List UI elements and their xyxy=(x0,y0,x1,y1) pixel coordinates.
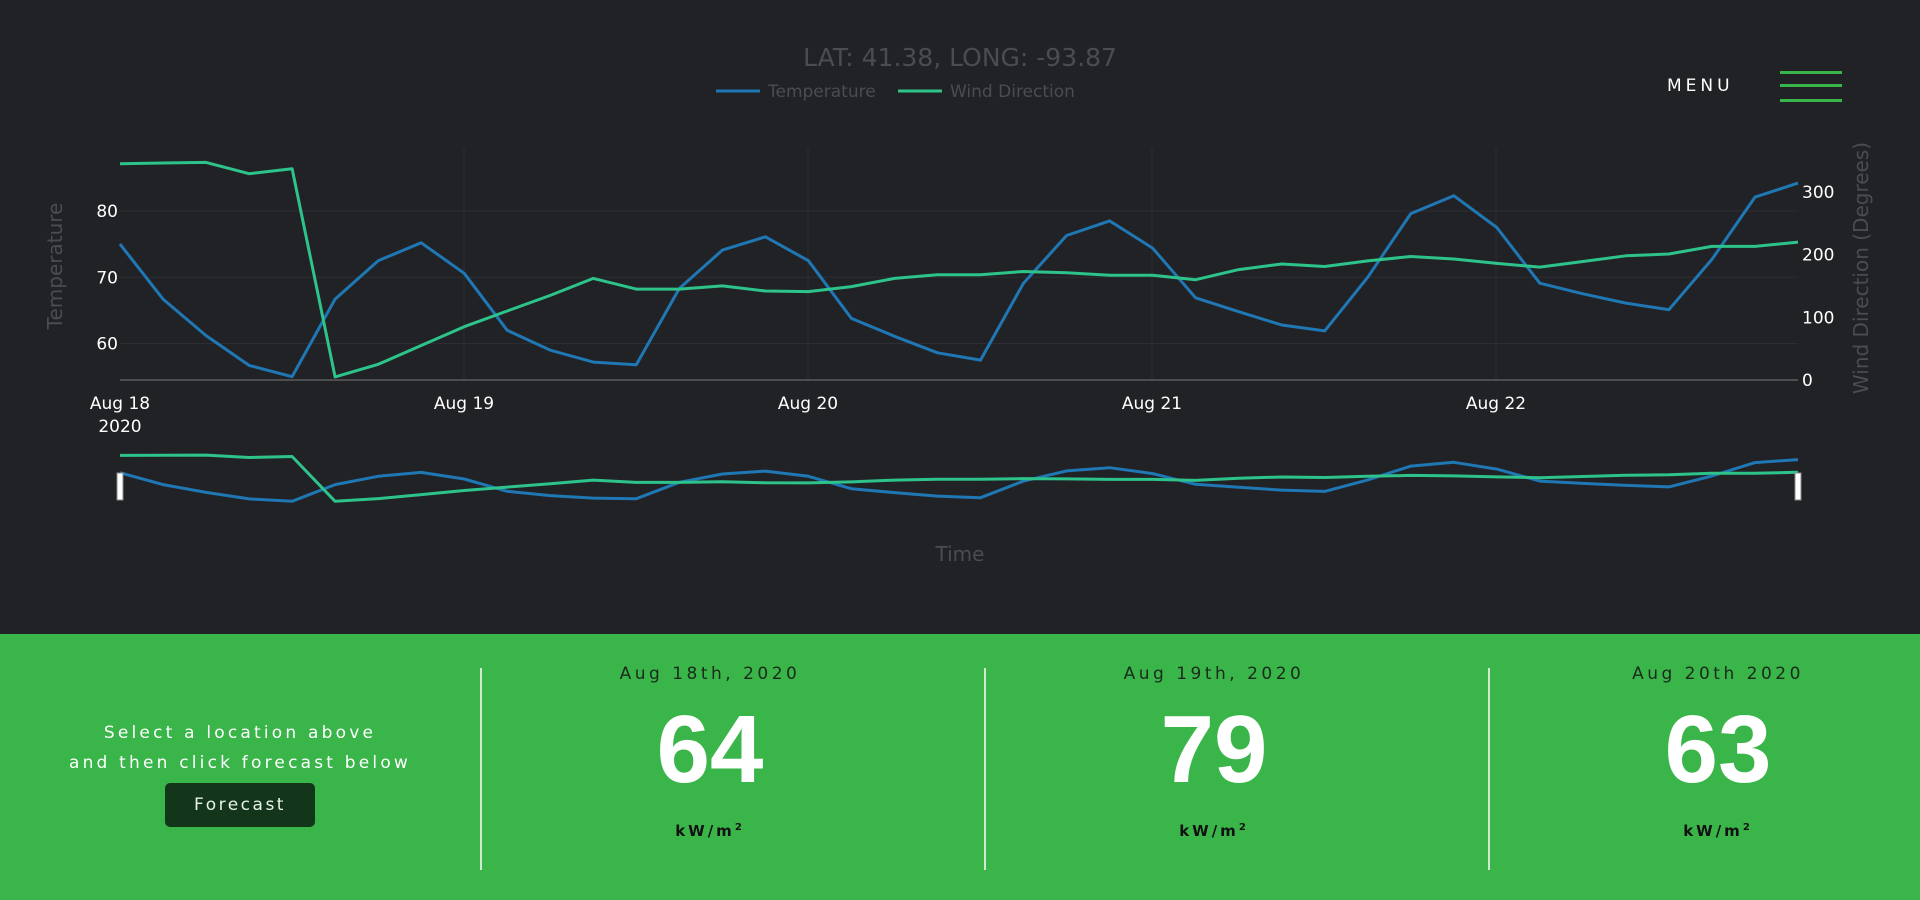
y2-tick-label: 200 xyxy=(1802,246,1834,266)
hamburger-bar xyxy=(1780,84,1842,87)
unit-exponent: 2 xyxy=(734,822,745,833)
unit-exponent: 2 xyxy=(1238,822,1249,833)
y2-tick-label: 0 xyxy=(1802,371,1813,391)
card-value: 79 xyxy=(1160,696,1268,803)
x-tick-label: Aug 19 xyxy=(434,394,494,414)
card-unit: kW/m2 xyxy=(1618,822,1818,840)
x-axis-title: Time xyxy=(935,542,985,566)
card-value: 64 xyxy=(656,696,764,803)
forecast-card-3: Aug 20th 2020 63 kW/m2 xyxy=(1618,664,1818,840)
x-tick-label: Aug 22 xyxy=(1466,394,1526,414)
x-tick-label: Aug 20 xyxy=(778,394,838,414)
card-unit-text: kW/m xyxy=(675,822,735,840)
hamburger-bar xyxy=(1780,99,1842,102)
divider xyxy=(1488,668,1490,870)
chart-title: LAT: 41.38, LONG: -93.87 xyxy=(803,43,1117,72)
line-chart[interactable]: 60 70 80 0 100 200 300 Aug 18 Aug 19 Aug 20 Aug 21… xyxy=(0,0,1920,634)
y2-tick-label: 300 xyxy=(1802,183,1834,203)
forecast-card-1: Aug 18th, 2020 64 kW/m2 xyxy=(610,664,810,840)
divider xyxy=(480,668,482,870)
x-tick-year: 2020 xyxy=(98,417,141,437)
divider xyxy=(984,668,986,870)
legend-label: Wind Direction xyxy=(950,82,1075,102)
card-value: 63 xyxy=(1664,696,1772,803)
card-date: Aug 19th, 2020 xyxy=(1123,664,1305,684)
instructions-line-1: Select a location above xyxy=(103,723,377,743)
y-tick-label: 60 xyxy=(96,335,118,355)
x-tick-label: Aug 18 xyxy=(90,394,150,414)
forecast-button[interactable]: Forecast xyxy=(165,783,315,827)
card-unit-text: kW/m xyxy=(1683,822,1743,840)
forecast-card-2: Aug 19th, 2020 79 kW/m2 xyxy=(1114,664,1314,840)
unit-exponent: 2 xyxy=(1742,822,1753,833)
y-tick-label: 70 xyxy=(96,268,118,288)
hamburger-bar xyxy=(1780,71,1842,74)
series-line-wind-direction xyxy=(119,160,1799,379)
card-unit: kW/m2 xyxy=(1114,822,1314,840)
card-date: Aug 18th, 2020 xyxy=(619,664,801,684)
range-slider-left-handle[interactable] xyxy=(116,472,124,501)
series-line-temperature xyxy=(118,181,1799,379)
chart-area[interactable]: 60 70 80 0 100 200 300 Aug 18 Aug 19 Aug 20 Aug 21… xyxy=(0,0,1920,634)
y-tick-label: 80 xyxy=(96,202,118,222)
instructions: Select a location above and then click f… xyxy=(40,718,440,778)
x-tick-label: Aug 21 xyxy=(1122,394,1182,414)
card-unit-text: kW/m xyxy=(1179,822,1239,840)
legend-label: Temperature xyxy=(767,82,876,102)
menu-label[interactable]: MENU xyxy=(1667,76,1734,96)
card-date: Aug 20th 2020 xyxy=(1632,664,1804,684)
card-unit: kW/m2 xyxy=(610,822,810,840)
instructions-line-2: and then click forecast below xyxy=(68,753,412,773)
y2-tick-label: 100 xyxy=(1802,308,1834,328)
forecast-panel: Select a location above and then click f… xyxy=(0,634,1920,900)
hamburger-menu-icon[interactable] xyxy=(1780,69,1842,107)
y-axis-title: Temperature xyxy=(43,203,67,331)
y2-axis-title: Wind Direction (Degrees) xyxy=(1849,142,1873,394)
range-slider-right-handle[interactable] xyxy=(1794,472,1802,501)
